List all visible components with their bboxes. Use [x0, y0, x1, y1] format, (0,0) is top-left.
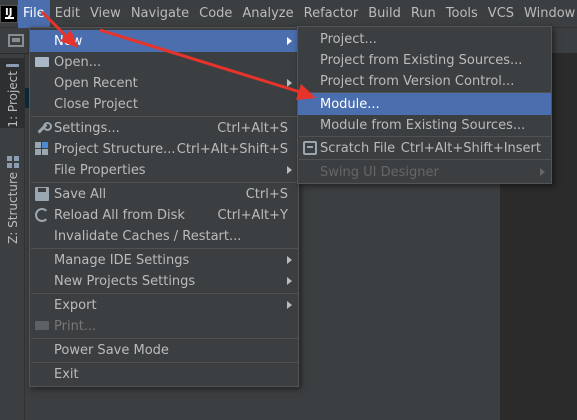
app-logo-icon: IJ [0, 0, 18, 28]
menu-run[interactable]: Run [406, 0, 441, 28]
menu-item-print-label: Print... [54, 318, 97, 334]
save-icon [35, 187, 49, 201]
shortcut-reload: Ctrl+Alt+Y [217, 207, 288, 223]
menu-window[interactable]: Window [519, 0, 577, 28]
menu-item-open-recent[interactable]: Open Recent [30, 72, 298, 94]
menu-edit[interactable]: Edit [50, 0, 85, 28]
menu-item-invalidate-caches[interactable]: Invalidate Caches / Restart... [30, 225, 298, 247]
menu-item-close-project[interactable]: Close Project [30, 93, 298, 115]
menu-item-exit-label: Exit [54, 366, 79, 382]
menu-file[interactable]: File [18, 0, 50, 28]
submenu-item-module-existing-label: Module from Existing Sources... [320, 117, 526, 133]
menu-item-project-structure-label: Project Structure... [54, 141, 176, 157]
menu-build[interactable]: Build [363, 0, 406, 28]
menu-item-open-label: Open... [54, 54, 102, 70]
menu-item-open-recent-label: Open Recent [54, 75, 138, 91]
menu-item-new-label: New [54, 33, 83, 49]
menu-analyze[interactable]: Analyze [237, 0, 298, 28]
menu-item-new-projects-settings[interactable]: New Projects Settings [30, 270, 298, 292]
submenu-item-project-vcs[interactable]: Project from Version Control... [298, 70, 551, 92]
submenu-item-module-existing[interactable]: Module from Existing Sources... [298, 114, 551, 136]
printer-icon [35, 321, 49, 330]
menu-item-settings[interactable]: Settings... Ctrl+Alt+S [30, 117, 298, 139]
submenu-item-project-vcs-label: Project from Version Control... [320, 73, 515, 89]
menu-item-save-all[interactable]: Save All Ctrl+S [30, 183, 298, 205]
menu-item-file-properties-label: File Properties [54, 162, 146, 178]
menu-separator [299, 159, 552, 160]
project-structure-icon [35, 142, 49, 156]
file-menu-dropdown: New Open... Open Recent Close Project Se… [29, 27, 299, 387]
submenu-arrow-icon [287, 79, 292, 87]
tab-structure-label: Z: Structure [5, 172, 20, 244]
submenu-item-project-existing-label: Project from Existing Sources... [320, 52, 523, 68]
menu-item-project-structure[interactable]: Project Structure... Ctrl+Alt+Shift+S [30, 138, 298, 160]
menu-vcs[interactable]: VCS [483, 0, 519, 28]
submenu-item-scratch-file-label: Scratch File [320, 140, 396, 156]
shortcut-save-all: Ctrl+S [245, 186, 288, 202]
submenu-arrow-icon [287, 301, 292, 309]
menu-item-export-label: Export [54, 297, 97, 313]
menu-item-print[interactable]: Print... [30, 315, 298, 337]
menu-item-manage-ide-settings[interactable]: Manage IDE Settings [30, 249, 298, 271]
menu-refactor[interactable]: Refactor [299, 0, 364, 28]
menu-item-invalidate-caches-label: Invalidate Caches / Restart... [54, 228, 242, 244]
menu-item-close-project-label: Close Project [54, 96, 139, 112]
submenu-arrow-icon [287, 37, 292, 45]
menu-bar: IJ File Edit View Navigate Code Analyze … [0, 0, 577, 28]
reload-icon [35, 208, 49, 222]
menu-item-reload[interactable]: Reload All from Disk Ctrl+Alt+Y [30, 204, 298, 226]
submenu-item-scratch-file[interactable]: Scratch File Ctrl+Alt+Shift+Insert [298, 137, 551, 159]
menu-item-settings-label: Settings... [54, 120, 120, 136]
structure-icon [6, 156, 19, 168]
menu-item-exit[interactable]: Exit [30, 363, 298, 385]
menu-item-new[interactable]: New [30, 30, 298, 52]
shortcut-settings: Ctrl+Alt+S [217, 120, 288, 136]
submenu-arrow-icon [540, 168, 545, 176]
menu-item-export[interactable]: Export [30, 294, 298, 316]
new-submenu: Project... Project from Existing Sources… [297, 26, 552, 184]
menu-item-power-save[interactable]: Power Save Mode [30, 339, 298, 361]
submenu-arrow-icon [287, 256, 292, 264]
submenu-arrow-icon [287, 166, 292, 174]
submenu-item-project-existing[interactable]: Project from Existing Sources... [298, 49, 551, 71]
shortcut-project-structure: Ctrl+Alt+Shift+S [176, 141, 288, 157]
submenu-item-swing-designer[interactable]: Swing UI Designer [298, 161, 551, 183]
menu-item-save-all-label: Save All [54, 186, 107, 202]
tab-project-label: 1: Project [5, 71, 20, 128]
menu-item-power-save-label: Power Save Mode [54, 342, 169, 358]
menu-item-reload-label: Reload All from Disk [54, 207, 185, 223]
submenu-item-module-label: Module... [320, 96, 380, 112]
menu-item-open[interactable]: Open... [30, 51, 298, 73]
menu-tools[interactable]: Tools [441, 0, 483, 28]
left-tool-strip: 1: Project Z: Structure [0, 54, 25, 420]
wrench-icon [35, 121, 52, 135]
menu-view[interactable]: View [85, 0, 126, 28]
tab-structure[interactable]: Z: Structure [0, 150, 25, 246]
menu-item-new-projects-settings-label: New Projects Settings [54, 273, 196, 289]
menu-item-manage-ide-settings-label: Manage IDE Settings [54, 252, 190, 268]
submenu-item-project[interactable]: Project... [298, 28, 551, 50]
submenu-item-module[interactable]: Module... [298, 93, 551, 115]
shortcut-scratch-file: Ctrl+Alt+Shift+Insert [400, 140, 541, 156]
scratch-file-icon [303, 141, 317, 155]
submenu-item-swing-designer-label: Swing UI Designer [320, 164, 439, 180]
submenu-item-project-label: Project... [320, 31, 377, 47]
tab-project[interactable]: 1: Project [0, 58, 25, 128]
project-window-icon[interactable] [8, 34, 24, 47]
menu-code[interactable]: Code [194, 0, 237, 28]
project-folder-icon [6, 64, 19, 68]
menu-navigate[interactable]: Navigate [126, 0, 194, 28]
submenu-arrow-icon [287, 277, 292, 285]
menu-item-file-properties[interactable]: File Properties [30, 159, 298, 181]
folder-icon [35, 57, 49, 67]
